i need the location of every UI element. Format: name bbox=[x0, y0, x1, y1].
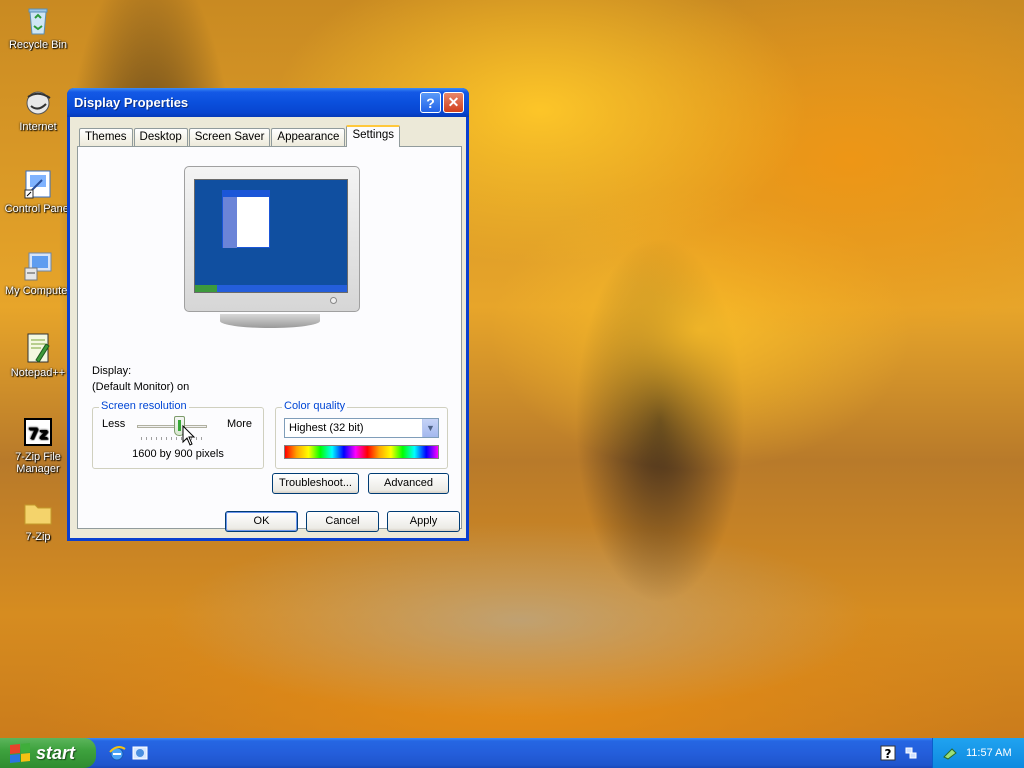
system-tray: 11:57 AM bbox=[932, 738, 1024, 768]
screen-resolution-title: Screen resolution bbox=[99, 400, 189, 412]
title-bar[interactable]: Display Properties ? ✕ bbox=[67, 88, 469, 117]
taskbar: start ? 11:57 AM bbox=[0, 738, 1024, 768]
window-title: Display Properties bbox=[74, 95, 189, 110]
desktop-icon-control-panel[interactable]: Control Panel bbox=[0, 168, 76, 215]
preview-taskbar bbox=[195, 285, 347, 292]
internet-icon bbox=[22, 86, 54, 118]
help-tray-icon[interactable]: ? bbox=[880, 745, 896, 761]
color-quality-select[interactable]: Highest (32 bit) ▼ bbox=[284, 418, 439, 438]
display-value: (Default Monitor) on bbox=[92, 381, 190, 393]
preview-window bbox=[222, 190, 270, 248]
seven-zip-icon: 7z bbox=[22, 416, 54, 448]
less-label: Less bbox=[102, 418, 126, 430]
display-properties-window: Display Properties ? ✕ Themes Desktop Sc… bbox=[67, 88, 469, 541]
desktop-icon-label: Control Panel bbox=[4, 203, 72, 215]
internet-explorer-icon[interactable] bbox=[108, 744, 126, 762]
apply-button[interactable]: Apply bbox=[387, 511, 460, 532]
power-led-icon bbox=[330, 297, 337, 304]
desktop-icon-label: My Computer bbox=[4, 285, 72, 297]
tab-settings[interactable]: Settings bbox=[346, 125, 401, 147]
clock[interactable]: 11:57 AM bbox=[966, 747, 1012, 759]
troubleshoot-button[interactable]: Troubleshoot... bbox=[272, 473, 359, 494]
desktop-icon-label: 7-Zip File Manager bbox=[15, 451, 61, 475]
desktop-icon-notepad-plus-plus[interactable]: Notepad++ bbox=[0, 332, 76, 379]
settings-tab-page: Display: (Default Monitor) on Screen res… bbox=[77, 146, 462, 529]
desktop-icon-label: Notepad++ bbox=[10, 367, 66, 379]
svg-text:?: ? bbox=[885, 747, 892, 761]
network-tray-icon[interactable] bbox=[903, 745, 919, 761]
my-computer-icon bbox=[22, 250, 54, 282]
desktop-icon-my-computer[interactable]: My Computer bbox=[0, 250, 76, 297]
resolution-slider-track[interactable] bbox=[137, 425, 207, 428]
control-panel-icon bbox=[22, 168, 54, 200]
start-label: start bbox=[36, 742, 76, 763]
tab-appearance[interactable]: Appearance bbox=[271, 128, 346, 147]
color-quality-value: Highest (32 bit) bbox=[289, 422, 364, 434]
safely-remove-icon[interactable] bbox=[942, 745, 958, 761]
desktop-icon-internet[interactable]: Internet bbox=[0, 86, 76, 133]
start-button[interactable]: start bbox=[0, 738, 96, 768]
more-label: More bbox=[226, 418, 252, 430]
cancel-button[interactable]: Cancel bbox=[306, 511, 379, 532]
desktop-icon-recycle-bin[interactable]: Recycle Bin bbox=[0, 4, 76, 51]
monitor-frame bbox=[184, 166, 360, 312]
display-label: Display: bbox=[92, 365, 132, 377]
chevron-down-icon[interactable]: ▼ bbox=[422, 419, 438, 437]
tab-bar: Themes Desktop Screen Saver Appearance S… bbox=[79, 125, 401, 147]
color-spectrum-bar bbox=[284, 445, 439, 459]
notepad-plus-plus-icon bbox=[22, 332, 54, 364]
resolution-value: 1600 by 900 pixels bbox=[132, 448, 224, 460]
desktop-icon-label: Internet bbox=[19, 121, 57, 133]
close-button[interactable]: ✕ bbox=[443, 92, 464, 113]
desktop-icon-7zip-file-manager[interactable]: 7z 7-Zip File Manager bbox=[0, 416, 76, 475]
monitor-preview bbox=[184, 166, 360, 328]
color-quality-title: Color quality bbox=[282, 400, 348, 412]
folder-icon bbox=[22, 496, 54, 528]
color-quality-group: Color quality Highest (32 bit) ▼ bbox=[275, 400, 448, 469]
tab-themes[interactable]: Themes bbox=[79, 128, 133, 147]
recycle-bin-icon bbox=[22, 4, 54, 36]
desktop-icon-label: Recycle Bin bbox=[8, 39, 68, 51]
help-button[interactable]: ? bbox=[420, 92, 441, 113]
screen-resolution-group: Screen resolution Less More 1600 by 900 … bbox=[92, 400, 264, 469]
desktop-icon-7zip[interactable]: 7-Zip bbox=[0, 496, 76, 543]
desktop-icon-label: 7-Zip bbox=[25, 531, 51, 543]
tab-screen-saver[interactable]: Screen Saver bbox=[188, 128, 271, 147]
monitor-stand bbox=[220, 314, 320, 328]
monitor-screen bbox=[194, 179, 348, 293]
ok-button[interactable]: OK bbox=[225, 511, 298, 532]
tab-desktop[interactable]: Desktop bbox=[133, 128, 188, 147]
advanced-button[interactable]: Advanced bbox=[368, 473, 449, 494]
svg-text:7z: 7z bbox=[28, 424, 48, 443]
close-icon: ✕ bbox=[447, 94, 460, 110]
window-client: Themes Desktop Screen Saver Appearance S… bbox=[70, 117, 466, 538]
show-desktop-icon[interactable] bbox=[131, 744, 149, 762]
help-icon: ? bbox=[426, 94, 435, 111]
windows-logo-icon bbox=[10, 742, 30, 764]
